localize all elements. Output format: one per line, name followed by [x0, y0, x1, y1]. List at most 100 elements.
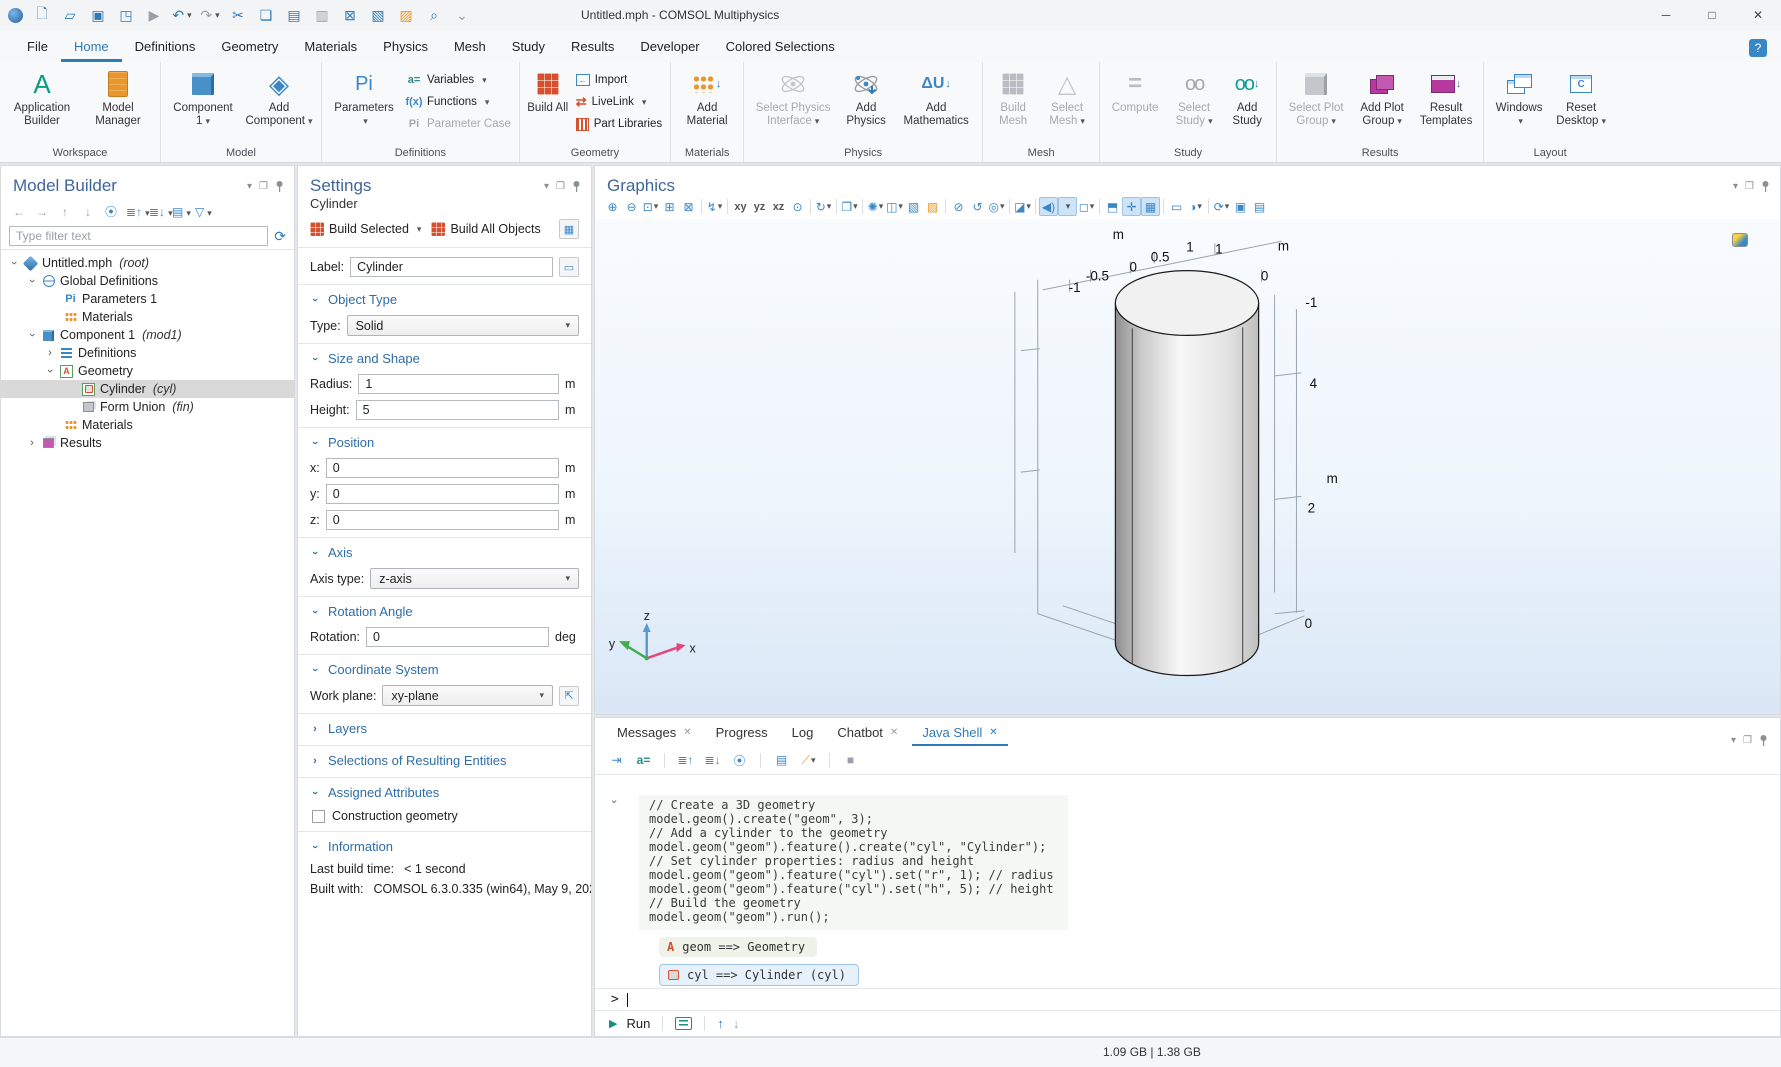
- tab-chatbot[interactable]: Chatbot✕: [827, 722, 908, 746]
- parameters-button[interactable]: Pi Parameters▾: [326, 64, 402, 128]
- stop-icon[interactable]: ■: [841, 751, 860, 770]
- variables-button[interactable]: a= Variables▾: [406, 70, 511, 90]
- select-study-button[interactable]: oo Select Study▾: [1166, 64, 1222, 128]
- tab-progress[interactable]: Progress: [706, 722, 778, 746]
- section-information[interactable]: › Information: [298, 831, 591, 859]
- add-material-button[interactable]: ↓ Add Material: [675, 64, 739, 128]
- history-up-icon[interactable]: ↑: [717, 1016, 724, 1031]
- select-box-mode-icon[interactable]: ▧: [904, 197, 923, 216]
- x-input[interactable]: [326, 458, 559, 478]
- tree-item-component-materials[interactable]: Materials: [1, 416, 294, 434]
- view-xy-icon[interactable]: xy: [731, 197, 750, 216]
- show-icon[interactable]: ⦿: [103, 203, 119, 220]
- zoom-box-icon[interactable]: ⊡▾: [641, 197, 660, 216]
- build-preview-icon[interactable]: ▦: [559, 219, 579, 239]
- section-rotation-angle[interactable]: › Rotation Angle: [298, 596, 591, 624]
- tree-item-root[interactable]: › Untitled.mph(root): [1, 254, 294, 272]
- component1-button[interactable]: Component 1▾: [165, 64, 241, 128]
- zoom-selected-icon[interactable]: ⊠: [679, 197, 698, 216]
- tree-item-parameters[interactable]: Pi Parameters 1: [1, 290, 294, 308]
- maximize-button[interactable]: □: [1689, 0, 1735, 30]
- add-plot-group-button[interactable]: Add Plot Group▾: [1351, 64, 1413, 128]
- livelink-button[interactable]: ⇄ LiveLink▾: [576, 92, 662, 112]
- panel-pin-icon[interactable]: [572, 180, 581, 192]
- tab-geometry[interactable]: Geometry: [208, 33, 291, 62]
- show-labels-icon[interactable]: ▭: [1167, 197, 1186, 216]
- redo-icon[interactable]: ↷▾: [201, 6, 219, 24]
- rename-icon[interactable]: ▭: [559, 257, 579, 277]
- history-down-icon[interactable]: ↓: [733, 1016, 740, 1031]
- delete-icon[interactable]: ⊠: [341, 6, 359, 24]
- select-physics-interface-button[interactable]: Select Physics Interface▾: [748, 64, 838, 128]
- update-icon[interactable]: ⟳▾: [1212, 197, 1231, 216]
- tab-home[interactable]: Home: [61, 33, 122, 62]
- select-box-icon[interactable]: ▧: [369, 6, 387, 24]
- tree-item-definitions[interactable]: › Definitions: [1, 344, 294, 362]
- close-tab-icon[interactable]: ✕: [989, 727, 997, 738]
- model-manager-button[interactable]: Model Manager: [80, 64, 156, 128]
- section-position[interactable]: › Position: [298, 427, 591, 455]
- tree-item-form-union[interactable]: Form Union(fin): [1, 398, 294, 416]
- reset-desktop-button[interactable]: C Reset Desktop▾: [1550, 64, 1612, 128]
- reset-hiding-icon[interactable]: ↺: [968, 197, 987, 216]
- section-size-shape[interactable]: › Size and Shape: [298, 343, 591, 371]
- go-to-source-icon[interactable]: ⇱: [559, 686, 579, 706]
- build-selected-button[interactable]: Build Selected▾: [310, 222, 421, 236]
- close-tab-icon[interactable]: ✕: [890, 727, 898, 738]
- rotation-input[interactable]: [366, 627, 549, 647]
- perspective-icon[interactable]: ⬒: [1103, 197, 1122, 216]
- view-yz-icon[interactable]: yz: [750, 197, 769, 216]
- scroll-down-icon[interactable]: ≣↓: [703, 751, 722, 770]
- z-input[interactable]: [326, 510, 559, 530]
- expander-icon[interactable]: ›: [27, 437, 37, 449]
- show-grid-icon[interactable]: ▦: [1141, 197, 1160, 216]
- clear-shell-icon[interactable]: ⟋▾: [799, 751, 818, 770]
- tree-item-global-materials[interactable]: Materials: [1, 308, 294, 326]
- tab-mesh[interactable]: Mesh: [441, 33, 499, 62]
- zoom-extents-icon[interactable]: ⊞: [660, 197, 679, 216]
- expander-icon[interactable]: ›: [44, 366, 56, 376]
- load-script-icon[interactable]: ⇥: [607, 751, 626, 770]
- tab-file[interactable]: File: [14, 33, 61, 62]
- hide-selected-icon[interactable]: ⊘: [949, 197, 968, 216]
- part-libraries-button[interactable]: Part Libraries: [576, 114, 662, 134]
- tab-messages[interactable]: Messages✕: [607, 722, 702, 746]
- color-palette-icon[interactable]: ◑▾: [1186, 197, 1205, 216]
- panel-menu-icon[interactable]: ▾: [1733, 181, 1738, 192]
- section-object-type[interactable]: › Object Type: [298, 284, 591, 312]
- tab-results[interactable]: Results: [558, 33, 627, 62]
- panel-float-icon[interactable]: ❐: [556, 181, 565, 192]
- result-templates-button[interactable]: ↓ Result Templates: [1413, 64, 1479, 128]
- y-input[interactable]: [326, 484, 559, 504]
- tree-item-geometry[interactable]: › A Geometry: [1, 362, 294, 380]
- panel-float-icon[interactable]: ❐: [1745, 181, 1754, 192]
- zoom-in-icon[interactable]: ⊕: [603, 197, 622, 216]
- axis-type-select[interactable]: z-axis▾: [370, 568, 579, 589]
- tab-physics[interactable]: Physics: [370, 33, 441, 62]
- cylinder-geometry[interactable]: [1115, 271, 1258, 676]
- scene-light-icon[interactable]: ✺▾: [866, 197, 885, 216]
- collapse-all-icon[interactable]: ≣↑▾: [126, 205, 142, 219]
- panel-menu-icon[interactable]: ▾: [1731, 735, 1736, 746]
- tab-definitions[interactable]: Definitions: [122, 33, 209, 62]
- view-hidden-icon[interactable]: ◎▾: [987, 197, 1006, 216]
- tree-item-component1[interactable]: › Component 1(mod1): [1, 326, 294, 344]
- console-icon[interactable]: [675, 1017, 692, 1030]
- find-icon[interactable]: ⌕: [425, 6, 443, 24]
- run-play-icon[interactable]: ▶: [609, 1017, 617, 1030]
- tree-item-cylinder[interactable]: Cylinder(cyl): [1, 380, 294, 398]
- toolbar-overflow-icon[interactable]: ⌄: [453, 6, 471, 24]
- show-output-icon[interactable]: ⦿: [730, 751, 749, 770]
- output-geom[interactable]: A geom ==> Geometry: [659, 937, 817, 957]
- build-all-objects-button[interactable]: Build All Objects: [431, 222, 540, 236]
- panel-pin-icon[interactable]: [1759, 734, 1768, 746]
- output-cyl[interactable]: cyl ==> Cylinder (cyl): [659, 964, 859, 986]
- camera-icon[interactable]: ⊙: [788, 197, 807, 216]
- rotate-icon[interactable]: ↻▾: [814, 197, 833, 216]
- environment-icon[interactable]: ◫▾: [885, 197, 904, 216]
- build-all-button[interactable]: Build All: [524, 64, 572, 115]
- parameter-case-button[interactable]: Pi Parameter Case: [406, 114, 511, 134]
- tab-java-shell[interactable]: Java Shell✕: [912, 722, 1007, 746]
- height-input[interactable]: [356, 400, 559, 420]
- select-mesh-button[interactable]: △ Select Mesh▾: [1039, 64, 1095, 128]
